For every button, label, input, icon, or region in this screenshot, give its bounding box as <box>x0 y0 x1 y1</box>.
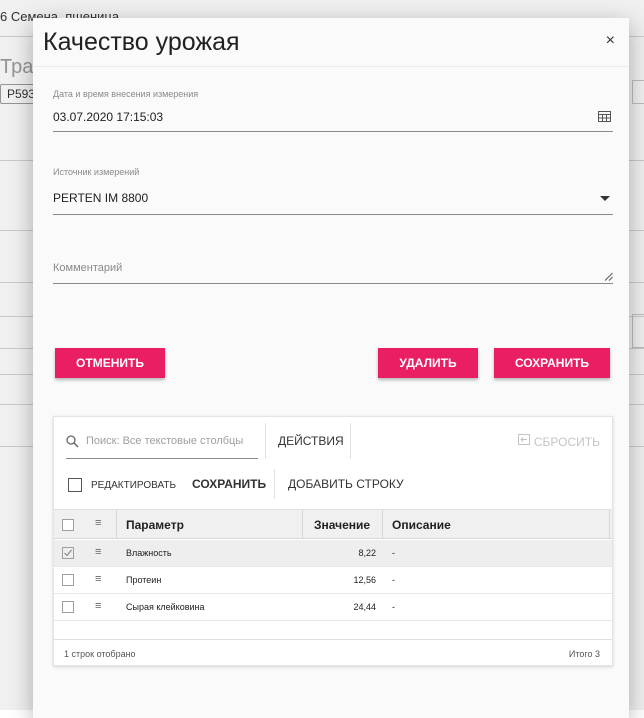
column-header-value[interactable]: Значение <box>314 518 370 532</box>
save-button[interactable]: Сохранить <box>494 348 610 378</box>
select-all-checkbox[interactable] <box>62 519 74 531</box>
check-icon <box>64 549 72 557</box>
row-checkbox[interactable] <box>62 547 74 559</box>
delete-button[interactable]: Удалить <box>378 348 478 378</box>
comment-textarea[interactable]: Комментарий <box>53 262 613 284</box>
column-divider[interactable] <box>302 510 303 538</box>
grid-save-button[interactable]: СОХРАНИТЬ <box>192 477 266 491</box>
measurement-source-select[interactable]: Источник измерений PERTEN IM 8800 <box>53 166 613 215</box>
column-divider <box>609 510 610 538</box>
cell-value: 8,22 <box>358 548 376 558</box>
cell-description: - <box>392 548 395 558</box>
measurement-datetime-label: Дата и время внесения измерения <box>53 89 199 99</box>
cell-param: Влажность <box>126 548 172 558</box>
comment-placeholder: Комментарий <box>53 262 123 274</box>
dialog-title: Качество урожая <box>43 28 240 56</box>
edit-mode-label: РЕДАКТИРОВАТЬ <box>91 480 177 491</box>
divider <box>274 469 275 499</box>
drag-handle-icon[interactable]: ≡ <box>95 573 101 585</box>
row-checkbox[interactable] <box>62 574 74 586</box>
divider <box>350 423 351 459</box>
selected-count-text: 1 строк отобрано <box>64 649 136 659</box>
row-checkbox[interactable] <box>62 601 74 613</box>
drag-handle-icon[interactable]: ≡ <box>95 600 101 612</box>
add-row-button[interactable]: ДОБАВИТЬ СТРОКУ <box>288 477 404 491</box>
reset-icon <box>517 434 530 445</box>
cell-param: Протеин <box>126 575 162 585</box>
table-row[interactable]: ≡ Влажность 8,22 - <box>54 540 612 567</box>
menu-icon: ≡ <box>95 517 102 529</box>
reset-label: СБРОСИТЬ <box>533 435 600 449</box>
chevron-down-icon[interactable] <box>600 196 610 201</box>
edit-mode-checkbox[interactable] <box>68 478 82 492</box>
grid-header-row: ≡ Параметр Значение Описание <box>54 509 612 539</box>
divider <box>33 66 629 67</box>
column-header-param[interactable]: Параметр <box>126 518 184 532</box>
drag-handle-icon[interactable]: ≡ <box>95 546 101 558</box>
cell-value: 12,56 <box>353 575 376 585</box>
measurement-source-label: Источник измерений <box>53 167 140 177</box>
calendar-icon[interactable] <box>598 111 611 122</box>
divider <box>265 423 266 459</box>
total-count-text: Итого 3 <box>568 649 600 659</box>
cell-description: - <box>392 575 395 585</box>
column-divider <box>116 510 117 538</box>
close-icon[interactable]: × <box>606 32 615 50</box>
grid-footer: 1 строк отобрано Итого 3 <box>54 639 612 665</box>
grid-search-input[interactable]: Поиск: Все текстовые столбцы <box>66 431 258 459</box>
cell-value: 24,44 <box>353 602 376 612</box>
reset-button[interactable]: СБРОСИТЬ <box>517 433 600 451</box>
search-placeholder: Поиск: Все текстовые столбцы <box>86 435 244 447</box>
resize-handle-icon[interactable] <box>604 272 613 281</box>
search-icon <box>66 435 79 448</box>
table-row[interactable]: ≡ Протеин 12,56 - <box>54 567 612 594</box>
quality-params-grid: Поиск: Все текстовые столбцы ДЕЙСТВИЯ СБ… <box>53 416 613 666</box>
measurement-datetime-field[interactable]: Дата и время внесения измерения 03.07.20… <box>53 88 613 132</box>
cell-description: - <box>392 602 395 612</box>
cell-param: Сырая клейковина <box>126 602 205 612</box>
measurement-datetime-value: 03.07.2020 17:15:03 <box>53 110 164 124</box>
column-divider[interactable] <box>382 510 383 538</box>
table-row[interactable]: ≡ Сырая клейковина 24,44 - <box>54 594 612 621</box>
harvest-quality-dialog: Качество урожая × Дата и время внесения … <box>33 18 629 718</box>
column-header-description[interactable]: Описание <box>392 518 451 532</box>
cancel-button[interactable]: Отменить <box>55 348 165 378</box>
actions-menu-button[interactable]: ДЕЙСТВИЯ <box>278 434 344 448</box>
measurement-source-value: PERTEN IM 8800 <box>53 191 149 205</box>
